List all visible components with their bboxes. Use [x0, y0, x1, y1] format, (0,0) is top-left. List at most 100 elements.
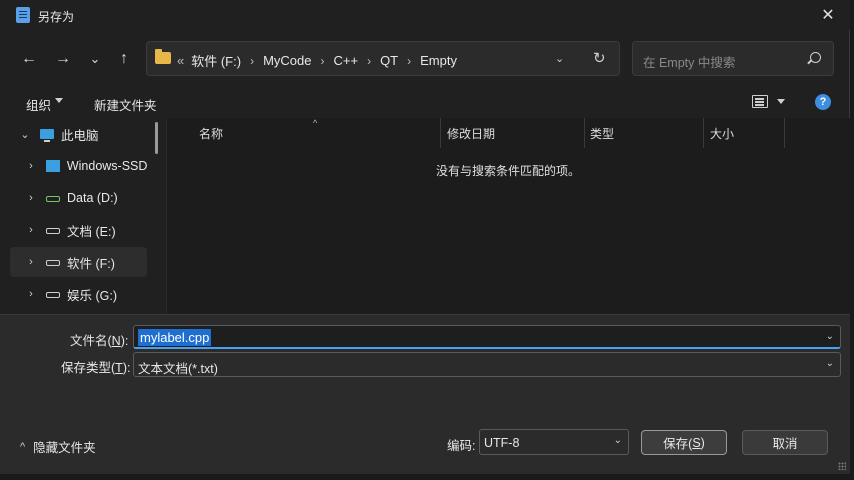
windows-drive-icon	[45, 160, 60, 172]
window-title: 另存为	[38, 10, 75, 24]
breadcrumb-item[interactable]: 软件 (F:)	[191, 51, 241, 70]
column-header-modified[interactable]: 修改日期	[447, 118, 495, 148]
column-divider[interactable]	[584, 118, 585, 148]
sidebar-item-label: 娱乐 (G:)	[67, 288, 117, 303]
file-list: ^ 名称 修改日期 类型 大小 没有与搜索条件匹配的项。	[166, 118, 850, 314]
filename-label-text: 文件名(	[70, 334, 112, 348]
breadcrumb-separator[interactable]: ›	[320, 54, 324, 68]
chevron-down-icon[interactable]: ⌄	[614, 435, 622, 446]
filename-access-key: N	[111, 334, 121, 348]
navigation-scrollbar[interactable]	[155, 122, 158, 154]
close-button[interactable]: ✕	[816, 4, 840, 26]
chevron-up-icon: ^	[20, 440, 26, 453]
sidebar-item-windows-ssd[interactable]: › Windows-SSD	[10, 151, 147, 181]
sidebar-item-label: 软件 (F:)	[67, 256, 115, 271]
chevron-down-icon[interactable]: ⌄	[826, 358, 834, 369]
column-header-name[interactable]: 名称	[199, 118, 223, 148]
hide-folders-toggle[interactable]: ^ 隐藏文件夹	[20, 437, 96, 456]
sidebar-item-label: Data (D:)	[67, 191, 118, 205]
sidebar-item-software-f[interactable]: › 软件 (F:)	[10, 247, 147, 277]
column-header-size[interactable]: 大小	[710, 118, 734, 148]
chevron-right-icon[interactable]: ›	[24, 288, 38, 300]
breadcrumb-separator[interactable]: ›	[407, 54, 411, 68]
column-divider[interactable]	[784, 118, 785, 148]
filename-value[interactable]: mylabel.cpp	[138, 329, 212, 346]
chevron-down-icon[interactable]: ⌄	[18, 128, 32, 141]
empty-message: 没有与搜索条件匹配的项。	[436, 164, 581, 178]
save-form: 文件名(N): mylabel.cpp ⌄ 保存类型(T): 文本文档(*.tx…	[0, 314, 850, 474]
chevron-down-icon[interactable]	[777, 99, 785, 104]
type-label-end: ):	[122, 361, 131, 375]
view-options-icon[interactable]	[752, 95, 768, 108]
filename-label: 文件名(N):	[70, 330, 128, 349]
filename-field[interactable]: mylabel.cpp ⌄	[133, 325, 841, 349]
sidebar-item-label: 文档 (E:)	[67, 224, 116, 239]
cancel-button[interactable]: 取消	[742, 430, 828, 455]
search-placeholder: 在 Empty 中搜索	[643, 56, 736, 70]
notepad-icon	[16, 7, 30, 23]
new-folder-button[interactable]: 新建文件夹	[94, 95, 157, 114]
breadcrumb-separator[interactable]: ›	[250, 54, 254, 68]
breadcrumb-item[interactable]: Empty	[420, 53, 457, 68]
search-input[interactable]: 在 Empty 中搜索	[632, 41, 834, 76]
drive-icon	[46, 228, 60, 234]
chevron-right-icon[interactable]: ›	[24, 160, 38, 172]
organize-menu[interactable]: 组织	[26, 95, 51, 114]
back-button[interactable]: ←	[18, 48, 40, 70]
resize-grip[interactable]	[838, 462, 846, 470]
breadcrumb-item[interactable]: C++	[333, 53, 358, 68]
chevron-down-icon[interactable]: ⌄	[826, 331, 834, 342]
sidebar-item-label: 此电脑	[61, 128, 99, 143]
encoding-select[interactable]: UTF-8 ⌄	[479, 429, 629, 455]
sidebar-item-entertainment-g[interactable]: › 娱乐 (G:)	[10, 279, 147, 309]
breadcrumb-item[interactable]: MyCode	[263, 53, 311, 68]
up-button[interactable]: ↑	[113, 48, 135, 70]
title-bar: 另存为 ✕	[0, 0, 850, 30]
save-label-end: )	[700, 435, 705, 450]
sidebar-item-docs-e[interactable]: › 文档 (E:)	[10, 215, 147, 245]
navigation-pane: ⌄ 此电脑 › Windows-SSD › Data (D:) › 文档 (E:…	[0, 118, 165, 314]
command-bar: 组织 新建文件夹 ?	[0, 86, 850, 118]
forward-button[interactable]: →	[52, 48, 74, 70]
folder-icon	[155, 49, 171, 64]
drive-icon	[46, 292, 60, 298]
filename-label-end: ):	[120, 334, 129, 348]
save-as-dialog: 另存为 ✕ ← → ⌄ ↑ « 软件 (F:) › MyCode › C++ ›…	[0, 0, 850, 474]
breadcrumb-overflow[interactable]: «	[177, 53, 184, 68]
navigation-bar: ← → ⌄ ↑ « 软件 (F:) › MyCode › C++ › QT › …	[0, 30, 850, 86]
chevron-right-icon[interactable]: ›	[24, 224, 38, 236]
save-label: 保存(	[663, 437, 693, 451]
sidebar-item-data-d[interactable]: › Data (D:)	[10, 183, 147, 213]
type-label-text: 保存类型(	[61, 361, 116, 375]
save-button[interactable]: 保存(S)	[641, 430, 727, 455]
save-type-label: 保存类型(T):	[61, 357, 130, 376]
address-bar[interactable]: « 软件 (F:) › MyCode › C++ › QT › Empty ⌄ …	[146, 41, 620, 76]
column-divider[interactable]	[703, 118, 704, 148]
address-history-dropdown[interactable]: ⌄	[555, 52, 564, 65]
breadcrumb-separator[interactable]: ›	[367, 54, 371, 68]
sidebar-item-label: Windows-SSD	[66, 159, 147, 173]
chevron-right-icon[interactable]: ›	[24, 192, 38, 204]
save-type-value: 文本文档(*.txt)	[138, 362, 218, 376]
recent-locations-button[interactable]: ⌄	[84, 48, 106, 70]
encoding-label: 编码:	[447, 439, 476, 453]
breadcrumb-item[interactable]: QT	[380, 53, 398, 68]
refresh-button[interactable]: ↻	[593, 49, 606, 67]
hide-folders-label: 隐藏文件夹	[33, 441, 96, 455]
save-access-key: S	[692, 435, 701, 450]
breadcrumb: « 软件 (F:) › MyCode › C++ › QT › Empty	[177, 51, 457, 70]
chevron-right-icon[interactable]: ›	[24, 256, 38, 268]
drive-icon	[46, 260, 60, 266]
sort-indicator-icon: ^	[313, 118, 318, 128]
help-icon[interactable]: ?	[815, 94, 831, 110]
encoding-value: UTF-8	[484, 436, 520, 450]
chevron-down-icon	[55, 98, 63, 103]
column-divider[interactable]	[440, 118, 441, 148]
column-header-type[interactable]: 类型	[590, 118, 614, 148]
pc-icon	[40, 129, 54, 142]
type-access-key: T	[115, 361, 123, 375]
sidebar-item-this-pc[interactable]: ⌄ 此电脑	[0, 119, 137, 149]
search-icon[interactable]	[810, 52, 821, 63]
drive-icon	[46, 196, 60, 202]
save-type-select[interactable]: 文本文档(*.txt) ⌄	[133, 352, 841, 377]
